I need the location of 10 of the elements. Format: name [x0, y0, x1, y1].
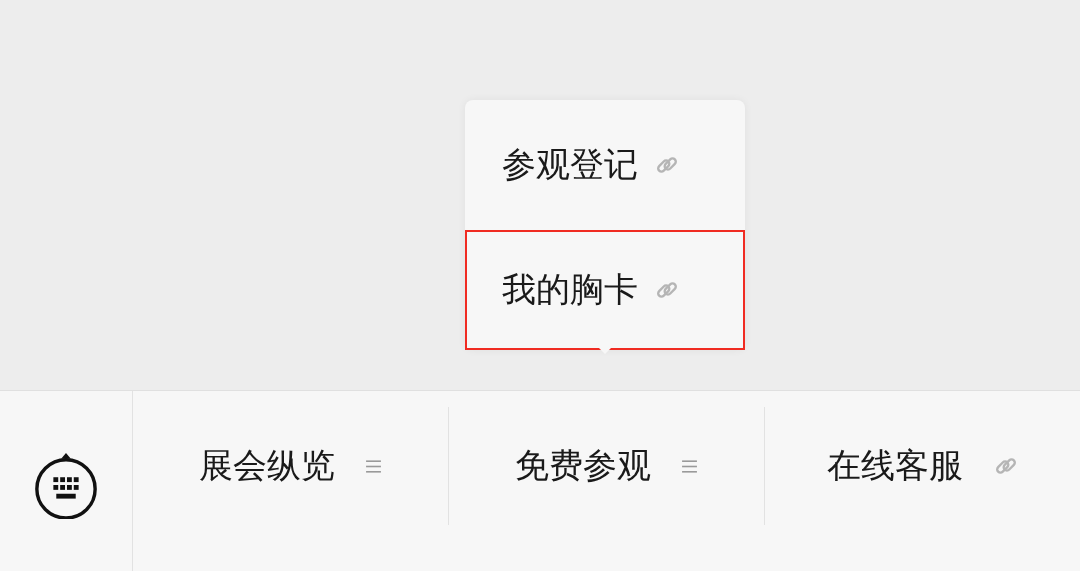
popup-menu-item[interactable]: 我的胸卡	[465, 230, 745, 350]
menu-tab[interactable]: 免费参观	[449, 407, 765, 525]
menu-tab[interactable]: 在线客服	[765, 407, 1080, 525]
menu-item-label: 我的胸卡	[502, 268, 638, 311]
popup-menu-item[interactable]: 参观登记	[465, 100, 745, 230]
keyboard-toggle-icon[interactable]	[32, 451, 100, 519]
menu-tab[interactable]: 展会纵览	[133, 407, 449, 525]
menu-lines-icon	[365, 457, 382, 475]
menu-lines-icon	[681, 457, 698, 475]
menu-item-label: 参观登记	[502, 143, 638, 186]
